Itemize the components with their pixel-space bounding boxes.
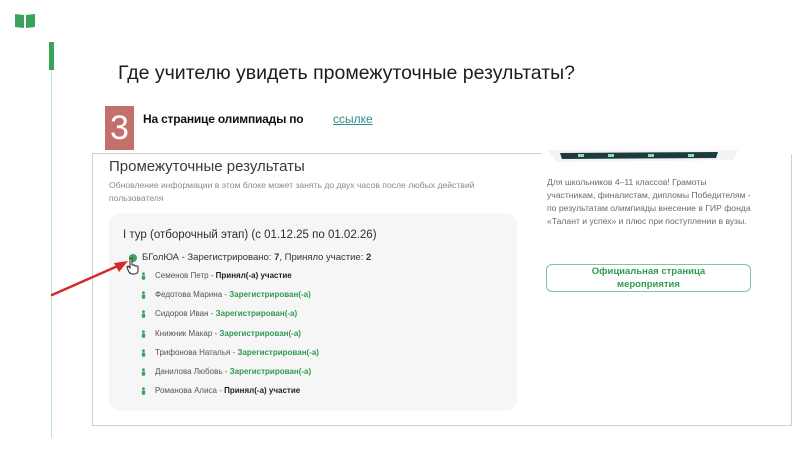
participant-name: Семенов Петр xyxy=(155,271,209,280)
participant-row: Книжник Макар - Зарегистрирован(-а) xyxy=(141,328,301,338)
person-icon xyxy=(141,291,146,299)
results-heading: Промежуточные результаты xyxy=(109,158,305,175)
event-info-text: Для школьников 4–11 классов! Грамоты уча… xyxy=(547,177,751,226)
accepted-label: , Приняло участие: xyxy=(279,252,366,263)
participant-status: Зарегистрирован(-а) xyxy=(229,367,312,376)
participant-status: Зарегистрирован(-а) xyxy=(215,309,298,319)
participant-status: Принял(-а) участие xyxy=(224,386,301,396)
participant-name: Данилова Любовь xyxy=(155,367,223,376)
separator: - xyxy=(208,309,216,319)
official-button-line2: мероприятия xyxy=(617,279,680,290)
arrow-pointer xyxy=(50,261,128,297)
person-icon xyxy=(141,368,146,376)
participant-row: Федотова Марина - Зарегистрирован(-а) xyxy=(141,290,311,300)
person-icon xyxy=(141,387,146,395)
accent-bar xyxy=(49,42,54,70)
person-icon xyxy=(141,329,146,338)
person-icon xyxy=(141,348,146,357)
slide-title: Где учителю увидеть промежуточные резуль… xyxy=(118,62,575,84)
official-page-button[interactable]: Официальная страница мероприятия xyxy=(546,264,751,292)
participant-name: Трифонова Наталья xyxy=(155,347,231,357)
step-number-badge: 3 xyxy=(105,106,134,150)
participant-name: Федотова Марина xyxy=(155,290,223,300)
school-name: БГолЮА xyxy=(142,252,179,263)
tour-title: I тур (отборочный этап) (с 01.12.25 по 0… xyxy=(123,229,377,241)
participant-status: Зарегистрирован(-а) xyxy=(229,290,311,300)
olympiad-page-link[interactable]: ссылке xyxy=(333,112,373,126)
official-button-line1: Официальная страница xyxy=(591,266,706,277)
step-instruction: На странице олимпиады по xyxy=(143,112,304,126)
participant-status: Зарегистрирован(-а) xyxy=(219,328,301,338)
participant-name: Романова Алиса xyxy=(155,386,218,396)
accepted-count: 2 xyxy=(366,252,372,263)
book-icon xyxy=(15,14,35,28)
participant-status: Принял(-а) участие xyxy=(215,271,292,280)
participant-row: Семенов Петр - Принял(-а) участие xyxy=(141,271,292,280)
separator: - xyxy=(208,271,216,280)
participant-row: Сидоров Иван - Зарегистрирован(-а) xyxy=(141,309,298,319)
participant-row: Трифонова Наталья - Зарегистрирован(-а) xyxy=(141,347,319,357)
divider-line xyxy=(51,70,52,438)
registered-label: - Зарегистрировано: xyxy=(178,252,275,263)
participant-status: Зарегистрирован(-а) xyxy=(237,347,319,357)
results-update-note: Обновление информации в этом блоке может… xyxy=(109,180,475,203)
person-icon xyxy=(141,272,146,280)
separator: - xyxy=(222,367,230,376)
person-icon xyxy=(141,310,146,319)
school-summary[interactable]: БГолЮА - Зарегистрировано: 7, Приняло уч… xyxy=(142,252,371,263)
event-banner-image xyxy=(548,150,738,162)
participant-row: Романова Алиса - Принял(-а) участие xyxy=(141,386,301,396)
screenshot-frame-top xyxy=(92,153,542,154)
participant-name: Сидоров Иван xyxy=(155,309,209,319)
participant-row: Данилова Любовь - Зарегистрирован(-а) xyxy=(141,367,312,376)
participant-name: Книжник Макар xyxy=(155,328,213,338)
